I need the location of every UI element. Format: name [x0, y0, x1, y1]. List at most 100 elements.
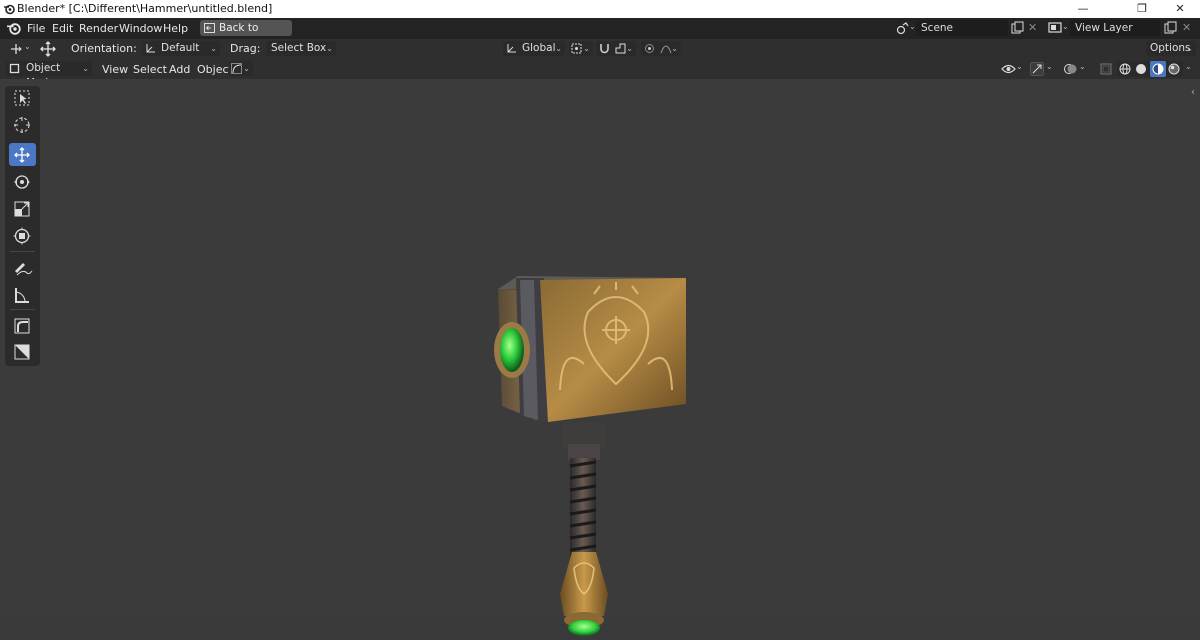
view-layer-field[interactable]: View Layer	[1070, 20, 1160, 36]
menu-view[interactable]: View	[102, 62, 128, 77]
proportional-editing-icon[interactable]	[644, 43, 655, 54]
hammer-pommel	[560, 552, 608, 636]
blender-logo-icon	[4, 4, 15, 15]
viewport-header: Object Mode ⌄ View Select Add Object ⌄ ⌄…	[0, 59, 1200, 89]
options-label: Options	[1150, 42, 1191, 54]
snapping-group[interactable]: ⌄	[596, 41, 636, 56]
snapping-caret-icon: ⌄	[626, 44, 633, 53]
pivot-point-caret-icon: ⌄	[583, 44, 590, 53]
orientation-caret-icon: ⌄	[210, 44, 217, 53]
visibility-eye-icon[interactable]	[1001, 62, 1016, 76]
window-titlebar: Blender* [C:\Different\Hammer\untitled.b…	[0, 0, 1200, 18]
overlays-caret-icon[interactable]: ⌄	[1079, 62, 1086, 71]
drag-dropdown[interactable]: Select Box ⌄	[266, 41, 336, 56]
measure-ruler-icon	[15, 288, 29, 303]
transform-pivot-icon[interactable]	[9, 42, 23, 56]
window-title: Blender* [C:\Different\Hammer\untitled.b…	[17, 2, 273, 15]
scale-tool[interactable]	[9, 197, 36, 220]
back-to-previous-button[interactable]: Back to Previous	[200, 20, 292, 50]
add-plane-icon	[14, 344, 30, 360]
pivot-point-dropdown[interactable]: ⌄	[569, 41, 593, 56]
annotate-pencil-icon	[15, 263, 33, 276]
3d-viewport[interactable]: ‹	[0, 79, 1200, 636]
xray-toggle-icon[interactable]	[1099, 62, 1113, 76]
proportional-editing-group[interactable]: ⌄	[641, 41, 681, 56]
select-box-tool[interactable]	[9, 86, 36, 109]
add-cube-tool[interactable]	[9, 314, 36, 337]
menu-help[interactable]: Help	[163, 21, 188, 36]
menu-select[interactable]: Select	[133, 62, 167, 77]
material-preview-button[interactable]	[1150, 61, 1166, 77]
curve-icon	[231, 63, 242, 74]
menu-edit[interactable]: Edit	[52, 21, 73, 36]
new-scene-icon[interactable]	[1011, 21, 1024, 34]
measure-tool[interactable]	[9, 283, 36, 306]
cursor-tool[interactable]	[9, 113, 36, 136]
add-plane-tool[interactable]	[9, 340, 36, 363]
back-icon	[204, 23, 215, 33]
toolbar-panel	[5, 86, 40, 366]
rendered-shading-icon[interactable]	[1168, 63, 1180, 75]
wireframe-shading-icon[interactable]	[1119, 63, 1131, 75]
hammer-3d-model[interactable]	[490, 194, 700, 569]
rotate-icon	[14, 175, 30, 189]
move-tool[interactable]	[9, 143, 36, 166]
scene-dropdown-caret[interactable]: ⌄	[909, 22, 916, 31]
snap-magnet-icon[interactable]	[598, 42, 611, 55]
solid-shading-icon[interactable]	[1135, 63, 1147, 75]
gizmo-toggle-icon[interactable]	[1030, 62, 1044, 76]
curve-dropdown[interactable]: ⌄	[229, 61, 253, 76]
menu-window[interactable]: Window	[119, 21, 162, 36]
pivot-dropdown-caret[interactable]: ⌄	[24, 42, 31, 51]
orientation-label: Orientation:	[71, 42, 137, 55]
orientation-dropdown[interactable]: Default ⌄	[142, 41, 220, 56]
options-dropdown[interactable]: Options ⌄	[1146, 41, 1196, 56]
options-caret-icon: ⌄	[1186, 44, 1193, 53]
snap-increment-icon	[615, 43, 626, 54]
remove-scene-icon[interactable]: ✕	[1028, 21, 1037, 34]
scene-icon[interactable]	[896, 22, 910, 35]
tool-divider-2	[10, 309, 35, 310]
scene-field[interactable]: Scene	[916, 20, 1008, 36]
remove-view-layer-icon[interactable]: ✕	[1182, 21, 1191, 34]
menu-object[interactable]: Object	[197, 62, 233, 77]
cursor-icon	[14, 117, 30, 133]
mode-dropdown[interactable]: Object Mode ⌄	[6, 61, 92, 89]
scale-icon	[14, 201, 30, 217]
falloff-curve-icon	[660, 45, 672, 54]
blender-menu-icon[interactable]	[6, 21, 21, 36]
minimize-button[interactable]: —	[1060, 0, 1106, 18]
menu-add[interactable]: Add	[169, 62, 190, 77]
pivot-point-icon	[571, 43, 582, 54]
close-button[interactable]: ✕	[1157, 0, 1200, 18]
scene-name: Scene	[921, 22, 954, 34]
tool-settings-bar: ⌄ Orientation: Default ⌄ Drag: Select Bo…	[0, 39, 1200, 59]
material-preview-icon	[1152, 63, 1164, 75]
tool-divider	[10, 251, 35, 252]
orientation-axes-icon	[146, 44, 155, 53]
sidebar-toggle-icon[interactable]: ‹	[1191, 87, 1195, 98]
move-tool-header-icon	[40, 41, 56, 57]
visibility-caret-icon[interactable]: ⌄	[1016, 62, 1023, 71]
orientation-value: Default	[161, 42, 200, 54]
transform-tool[interactable]	[9, 224, 36, 247]
shading-caret-icon[interactable]: ⌄	[1185, 62, 1192, 71]
new-view-layer-icon[interactable]	[1164, 21, 1177, 34]
drag-value: Select Box	[271, 42, 327, 54]
view-layer-dropdown-caret[interactable]: ⌄	[1062, 22, 1069, 31]
curve-caret-icon: ⌄	[243, 64, 250, 73]
object-mode-icon	[9, 63, 20, 74]
rotate-tool[interactable]	[9, 170, 36, 193]
view-layer-name: View Layer	[1075, 22, 1133, 34]
select-box-icon	[14, 90, 30, 106]
move-icon	[14, 147, 30, 163]
view-layer-icon[interactable]	[1048, 21, 1062, 34]
annotate-tool[interactable]	[9, 256, 36, 279]
gizmo-caret-icon[interactable]: ⌄	[1046, 62, 1053, 71]
menu-render[interactable]: Render	[79, 21, 118, 36]
shading-mode-group	[1117, 61, 1183, 77]
overlays-toggle-icon[interactable]	[1063, 62, 1078, 76]
add-cube-icon	[14, 318, 30, 334]
menu-file[interactable]: File	[27, 21, 45, 36]
transform-orientation-dropdown[interactable]: Global ⌄	[503, 41, 565, 56]
